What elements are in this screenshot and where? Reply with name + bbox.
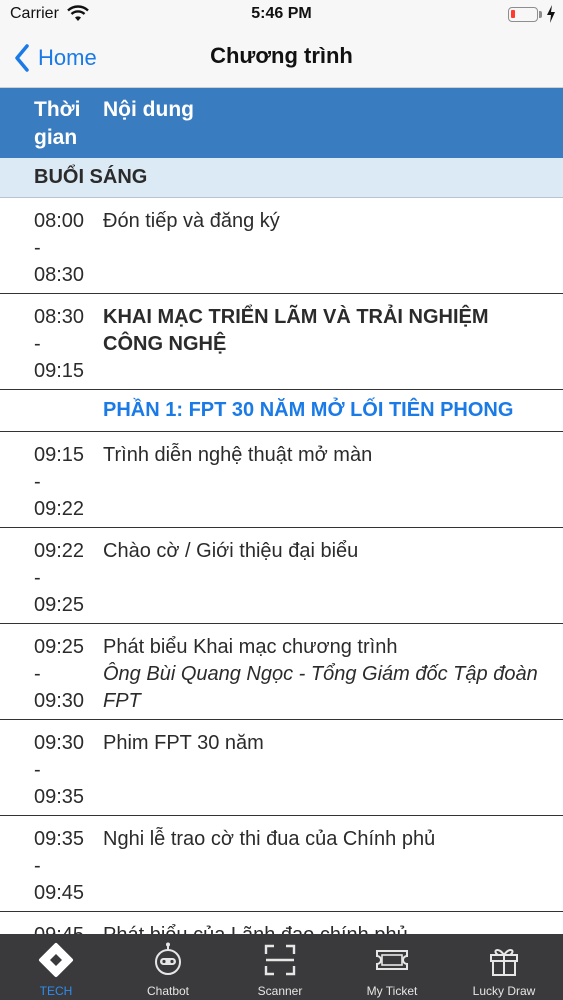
item-title: Trình diễn nghệ thuật mở màn	[103, 444, 373, 466]
time-separator: -	[34, 333, 41, 355]
item-title: Phát biểu Khai mạc chương trình	[103, 636, 398, 658]
time-range: 08:30 - 09:15	[34, 304, 94, 385]
item-title: Đón tiếp và đăng ký	[103, 210, 280, 232]
item-content: Phim FPT 30 năm	[103, 730, 553, 757]
ticket-icon	[376, 950, 408, 970]
tab-label: TECH	[39, 984, 73, 998]
start-time: 09:35	[34, 828, 85, 850]
navigation-bar: Home Chương trình	[0, 30, 563, 88]
item-content: Phát biểu Khai mạc chương trình Ông Bùi …	[103, 634, 553, 715]
time-range: 09:15 - 09:22	[34, 442, 94, 523]
item-title: Nghi lễ trao cờ thi đua của Chính phủ	[103, 828, 436, 850]
column-header-time: Thời gian	[34, 98, 81, 149]
end-time: 09:30	[34, 690, 85, 712]
column-header-content: Nội dung	[103, 98, 194, 121]
end-time: 08:30	[34, 264, 85, 286]
schedule-row[interactable]: 09:35 - 09:45 Nghi lễ trao cờ thi đua củ…	[0, 816, 563, 912]
tab-label: My Ticket	[366, 984, 418, 998]
item-content: KHAI MẠC TRIỂN LÃM VÀ TRẢI NGHIỆM CÔNG N…	[103, 304, 553, 358]
battery-icon	[508, 7, 538, 22]
schedule-row[interactable]: 09:30 - 09:35 Phim FPT 30 năm	[0, 720, 563, 816]
charging-bolt-icon	[547, 5, 555, 23]
end-time: 09:15	[34, 360, 85, 382]
item-content: Phát biểu của Lãnh đạo chính phủ	[103, 922, 553, 934]
time-separator: -	[34, 663, 41, 685]
clock: 5:46 PM	[251, 5, 312, 22]
schedule-row[interactable]: 08:30 - 09:15 KHAI MẠC TRIỂN LÃM VÀ TRẢI…	[0, 294, 563, 390]
tab-label: Chatbot	[146, 984, 190, 998]
start-time: 08:30	[34, 306, 85, 328]
page-title: Chương trình	[210, 43, 353, 68]
schedule-row[interactable]: 09:15 - 09:22 Trình diễn nghệ thuật mở m…	[0, 432, 563, 528]
time-range: 08:00 - 08:30	[34, 208, 94, 289]
item-title: KHAI MẠC TRIỂN LÃM VÀ TRẢI NGHIỆM CÔNG N…	[103, 306, 489, 355]
start-time: 09:22	[34, 540, 85, 562]
time-range: 09:22 - 09:25	[34, 538, 94, 619]
tab-lucky-draw[interactable]: Lucky Draw	[448, 934, 560, 1000]
tech-logo-icon	[39, 943, 73, 977]
schedule-row[interactable]: 08:00 - 08:30 Đón tiếp và đăng ký	[0, 198, 563, 294]
status-bar: Carrier 5:46 PM	[0, 0, 563, 30]
item-title: Phát biểu của Lãnh đạo chính phủ	[103, 922, 553, 934]
section-header: BUỔI SÁNG	[0, 158, 563, 198]
start-time: 08:00	[34, 210, 85, 232]
time-range: 09:25 - 09:30	[34, 634, 94, 715]
table-header: Thời gian Nội dung	[0, 88, 563, 158]
end-time: 09:35	[34, 786, 85, 808]
item-content: Chào cờ / Giới thiệu đại biểu	[103, 538, 553, 565]
start-time: 09:45	[34, 922, 94, 934]
part-label: PHẦN 1: FPT 30 NĂM MỞ LỐI TIÊN PHONG	[103, 399, 514, 421]
end-time: 09:25	[34, 594, 85, 616]
time-range: 09:45	[34, 922, 94, 934]
tab-label: Lucky Draw	[472, 984, 536, 998]
battery-tip	[539, 11, 542, 18]
tab-scanner[interactable]: Scanner	[224, 934, 336, 1000]
item-title: Chào cờ / Giới thiệu đại biểu	[103, 540, 359, 562]
item-content: Trình diễn nghệ thuật mở màn	[103, 442, 553, 469]
start-time: 09:30	[34, 732, 85, 754]
time-separator: -	[34, 759, 41, 781]
time-separator: -	[34, 237, 41, 259]
tab-chatbot[interactable]: Chatbot	[112, 934, 224, 1000]
time-range: 09:30 - 09:35	[34, 730, 94, 811]
end-time: 09:22	[34, 498, 85, 520]
end-time: 09:45	[34, 882, 85, 904]
robot-icon	[155, 942, 181, 975]
time-range: 09:35 - 09:45	[34, 826, 94, 907]
item-title: Phim FPT 30 năm	[103, 732, 264, 754]
schedule-row[interactable]: 09:22 - 09:25 Chào cờ / Giới thiệu đại b…	[0, 528, 563, 624]
time-separator: -	[34, 471, 41, 493]
gift-icon	[490, 948, 518, 976]
schedule-row[interactable]: 09:45 Phát biểu của Lãnh đạo chính phủ	[0, 912, 563, 934]
qr-scanner-icon	[264, 944, 296, 976]
time-separator: -	[34, 567, 41, 589]
part-header: PHẦN 1: FPT 30 NĂM MỞ LỐI TIÊN PHONG	[0, 390, 563, 432]
time-separator: -	[34, 855, 41, 877]
tab-my-ticket[interactable]: My Ticket	[336, 934, 448, 1000]
item-content: Đón tiếp và đăng ký	[103, 208, 553, 235]
item-content: Nghi lễ trao cờ thi đua của Chính phủ	[103, 826, 553, 853]
schedule-row[interactable]: 09:25 - 09:30 Phát biểu Khai mạc chương …	[0, 624, 563, 720]
start-time: 09:15	[34, 444, 85, 466]
tab-bar: TECH Chatbot Scanner My Ticket Lucky Dra…	[0, 934, 563, 1000]
tab-label: Scanner	[257, 984, 303, 998]
tab-tech[interactable]: TECH	[0, 934, 112, 1000]
item-speaker: Ông Bùi Quang Ngọc - Tổng Giám đốc Tập đ…	[103, 663, 538, 712]
section-label: BUỔI SÁNG	[34, 166, 148, 188]
start-time: 09:25	[34, 636, 85, 658]
schedule-list[interactable]: BUỔI SÁNG 08:00 - 08:30 Đón tiếp và đăng…	[0, 158, 563, 934]
